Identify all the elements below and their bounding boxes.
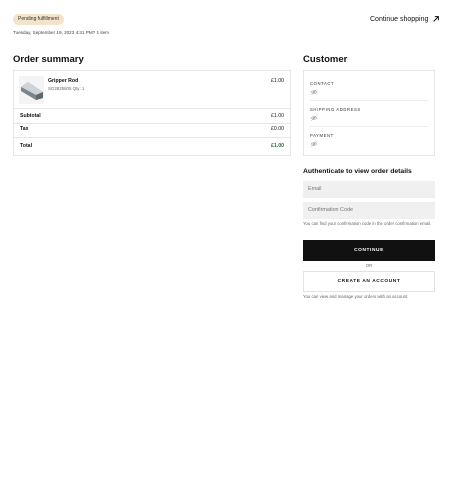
eye-off-icon[interactable] [310, 115, 318, 121]
order-summary-title: Order summary [13, 54, 84, 65]
tax-label: Tax [20, 126, 29, 132]
shipping-address-label: SHIPPING ADDRESS [310, 107, 361, 112]
product-thumbnail [19, 76, 44, 104]
divider [14, 108, 290, 109]
confirmation-code-input[interactable] [303, 202, 435, 219]
divider [14, 137, 290, 138]
account-hint: You can view and manage your orders with… [303, 294, 409, 299]
order-meta: Tuesday, September 19, 2023 4:31 PM? 1 i… [13, 30, 110, 35]
authenticate-title: Authenticate to view order details [303, 168, 412, 175]
continue-shopping-link[interactable]: Continue shopping [370, 15, 440, 23]
arrow-up-right-icon [433, 16, 440, 22]
email-input[interactable] [303, 181, 435, 198]
status-badge: Pending fulfillment [13, 14, 64, 25]
continue-shopping-label: Continue shopping [370, 15, 429, 23]
eye-off-icon[interactable] [310, 89, 318, 95]
item-price: £1.00 [271, 78, 284, 84]
tax-value: £0.00 [271, 126, 284, 132]
customer-title: Customer [303, 54, 348, 65]
payment-label: PAYMENT [310, 133, 334, 138]
divider [14, 123, 290, 124]
divider [310, 100, 428, 101]
item-meta: SG2825605 Qty: 1 [48, 86, 85, 91]
subtotal-value: £1.00 [271, 113, 284, 119]
customer-card: CONTACT SHIPPING ADDRESS PAYMENT [303, 70, 435, 156]
item-name: Gripper Rod [48, 78, 79, 84]
subtotal-label: Subtotal [20, 113, 41, 119]
confirmation-code-hint: You can find your confirmation code in t… [303, 221, 432, 226]
or-divider-label: OR [365, 263, 373, 268]
order-summary-card: Gripper Rod SG2825605 Qty: 1 £1.00 Subto… [13, 70, 291, 156]
total-label: Total [20, 143, 33, 149]
product-image [19, 76, 44, 104]
divider [310, 126, 428, 127]
create-account-button[interactable]: CREATE AN ACCOUNT [303, 271, 435, 292]
total-value: £1.00 [271, 143, 284, 149]
eye-off-icon[interactable] [310, 141, 318, 147]
continue-button[interactable]: CONTINUE [303, 240, 435, 261]
contact-label: CONTACT [310, 81, 335, 86]
